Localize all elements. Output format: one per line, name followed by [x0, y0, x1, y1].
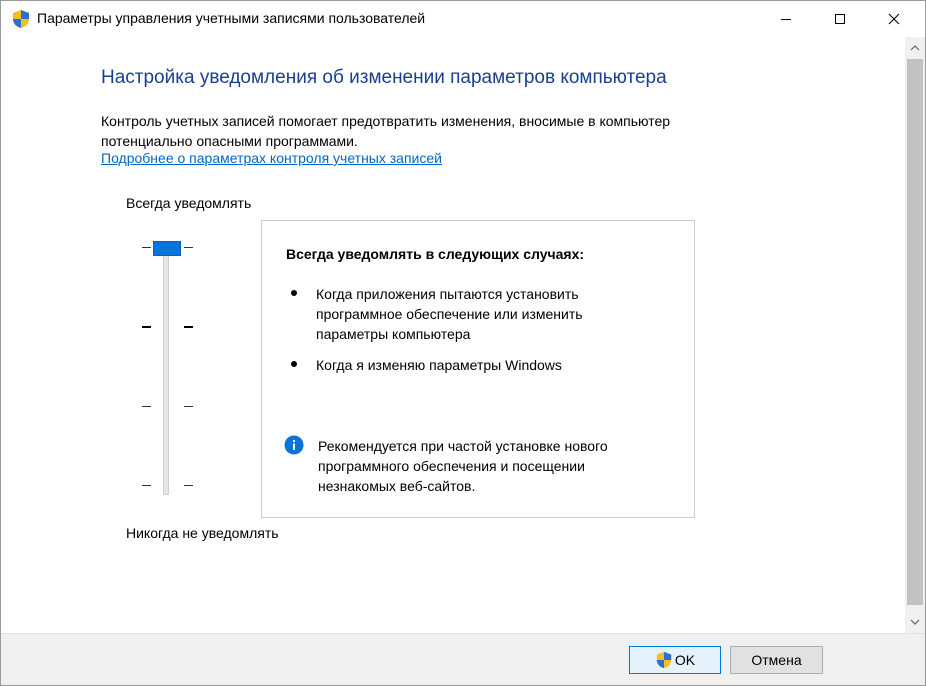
page-title: Настройка уведомления об изменении парам…	[101, 67, 667, 88]
chevron-down-icon	[910, 619, 920, 625]
title-bar[interactable]: Параметры управления учетными записями п…	[1, 1, 925, 37]
info-icon	[284, 435, 304, 455]
minimize-button[interactable]	[763, 1, 809, 37]
slider-label-bottom: Никогда не уведомлять	[126, 525, 279, 541]
maximize-button[interactable]	[817, 1, 863, 37]
uac-shield-icon	[13, 10, 29, 28]
close-button[interactable]	[871, 1, 917, 37]
minimize-icon	[781, 19, 791, 20]
info-text: Рекомендуется при частой установке новог…	[318, 438, 608, 494]
slider-track[interactable]	[163, 241, 169, 495]
notification-level-slider[interactable]	[139, 237, 197, 499]
ok-button-label: OK	[674, 652, 696, 668]
scrollbar-thumb[interactable]	[907, 59, 923, 605]
uac-shield-icon	[656, 651, 672, 669]
close-icon	[888, 13, 900, 25]
slider-tick-right	[184, 247, 193, 248]
bullet-item: Когда я изменяю параметры Windows	[316, 357, 562, 373]
uac-settings-window: Параметры управления учетными записями п…	[0, 0, 926, 686]
slider-tick-left	[142, 326, 151, 328]
bullet-icon	[291, 361, 297, 367]
slider-label-top: Всегда уведомлять	[126, 195, 252, 211]
slider-tick-right	[184, 485, 193, 486]
button-bar: OK Отмена	[1, 633, 925, 685]
slider-tick-right	[184, 406, 193, 407]
scroll-down-button[interactable]	[905, 611, 925, 633]
slider-tick-right	[184, 326, 193, 328]
cancel-button[interactable]: Отмена	[730, 646, 823, 674]
vertical-scrollbar[interactable]	[905, 37, 925, 633]
bullet-item: Когда приложения пытаются установить про…	[316, 286, 583, 342]
page-description: Контроль учетных записей помогает предот…	[101, 113, 671, 149]
bullet-icon	[291, 290, 297, 296]
description-panel: Всегда уведомлять в следующих случаях: К…	[261, 220, 695, 518]
slider-thumb[interactable]	[153, 241, 181, 256]
panel-title: Всегда уведомлять в следующих случаях:	[286, 246, 585, 262]
learn-more-link[interactable]: Подробнее о параметрах контроля учетных …	[101, 150, 442, 166]
slider-tick-left	[142, 485, 151, 486]
cancel-button-label: Отмена	[751, 652, 802, 668]
slider-tick-left	[142, 247, 151, 248]
window-title: Параметры управления учетными записями п…	[37, 10, 426, 26]
scroll-up-button[interactable]	[905, 37, 925, 59]
chevron-up-icon	[910, 45, 920, 51]
ok-button[interactable]: OK	[629, 646, 721, 674]
maximize-icon	[835, 14, 845, 24]
slider-tick-left	[142, 406, 151, 407]
